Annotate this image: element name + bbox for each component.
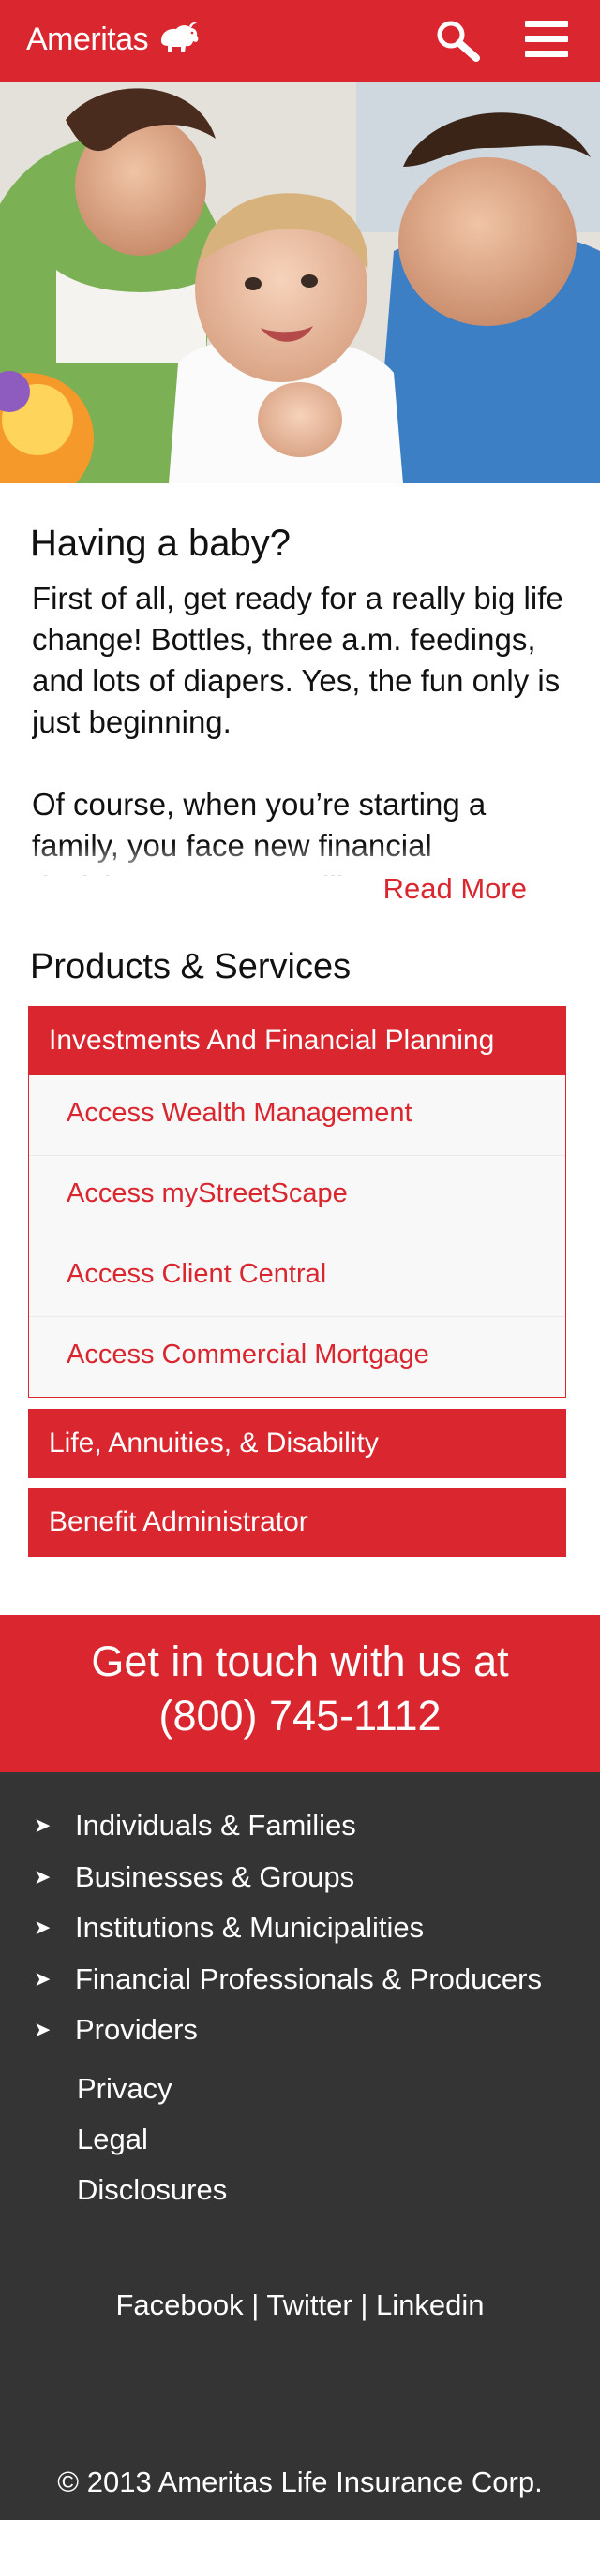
arrow-right-icon: ➤ (34, 1966, 52, 1991)
legal-link[interactable]: Legal (77, 2114, 600, 2165)
products-title: Products & Services (30, 947, 352, 986)
separator: | (360, 2287, 368, 2321)
social-links: Facebook | Twitter | Linkedin (0, 2288, 600, 2322)
search-button[interactable] (433, 17, 482, 66)
arrow-right-icon: ➤ (34, 1814, 52, 1838)
footer-nav-label: Individuals & Families (75, 1809, 356, 1843)
copyright-text: © 2013 Ameritas Life Insurance Corp. (57, 2465, 543, 2498)
intro-title: Having a baby? (30, 523, 291, 564)
footer-nav-label: Financial Professionals & Producers (75, 1962, 542, 1995)
intro-paragraph: Of course, when you’re starting a family… (32, 787, 494, 876)
search-icon (437, 21, 480, 62)
accordion-benefit-administrator[interactable]: Benefit Administrator (28, 1488, 566, 1557)
accordion-life-annuities[interactable]: Life, Annuities, & Disability (28, 1409, 566, 1478)
arrow-right-icon: ➤ (34, 2018, 52, 2042)
footer-nav: ➤ Individuals & Families ➤ Businesses & … (0, 1800, 600, 2056)
read-more-link[interactable]: Read More (30, 872, 527, 906)
bison-icon (161, 22, 199, 52)
access-commercial-mortgage-link[interactable]: Access Commercial Mortgage (29, 1317, 565, 1397)
facebook-link[interactable]: Facebook (116, 2288, 244, 2321)
hamburger-menu-icon[interactable] (525, 21, 568, 62)
intro-section: Having a baby? First of all, get ready f… (0, 523, 600, 906)
footer-nav-financial-professionals[interactable]: ➤ Financial Professionals & Producers (34, 1954, 600, 2006)
footer-nav-individuals-families[interactable]: ➤ Individuals & Families (34, 1800, 600, 1852)
access-wealth-management-link[interactable]: Access Wealth Management (29, 1075, 565, 1156)
menu-bar (525, 51, 568, 57)
site-footer: ➤ Individuals & Families ➤ Businesses & … (0, 1772, 600, 2520)
menu-bar (525, 36, 568, 42)
menu-bar (525, 21, 568, 27)
linkedin-link[interactable]: Linkedin (376, 2288, 484, 2321)
twitter-link[interactable]: Twitter (266, 2288, 352, 2321)
footer-nav-businesses-groups[interactable]: ➤ Businesses & Groups (34, 1852, 600, 1903)
family-with-baby-photo (0, 82, 600, 483)
privacy-link[interactable]: Privacy (77, 2064, 600, 2114)
accordion-investments-panel: Access Wealth Management Access myStreet… (28, 1075, 566, 1398)
access-mystreetscape-link[interactable]: Access myStreetScape (29, 1156, 565, 1236)
footer-nav-providers[interactable]: ➤ Providers (34, 2005, 600, 2056)
contact-heading: Get in touch with us at (91, 1637, 509, 1685)
footer-legal-links: Privacy Legal Disclosures (0, 2064, 600, 2215)
footer-nav-label: Businesses & Groups (75, 1859, 355, 1893)
products-section: Products & Services Investments And Fina… (0, 947, 600, 1557)
footer-nav-institutions-municipalities[interactable]: ➤ Institutions & Municipalities (34, 1902, 600, 1954)
access-client-central-link[interactable]: Access Client Central (29, 1236, 565, 1317)
contact-banner: Get in touch with us at (800) 745-1112 (0, 1615, 600, 1772)
site-header: Ameritas (0, 0, 600, 82)
footer-nav-label: Institutions & Municipalities (75, 1911, 425, 1945)
disclosures-link[interactable]: Disclosures (77, 2165, 600, 2215)
arrow-right-icon: ➤ (34, 1916, 52, 1940)
hero-image (0, 82, 600, 483)
arrow-right-icon: ➤ (34, 1864, 52, 1888)
intro-text: First of all, get ready for a really big… (32, 578, 568, 876)
ameritas-logo[interactable]: Ameritas (26, 21, 201, 58)
phone-link[interactable]: (800) 745-1112 (158, 1692, 441, 1740)
logo-text: Ameritas (26, 21, 149, 57)
accordion-investments[interactable]: Investments And Financial Planning (28, 1006, 566, 1075)
footer-nav-label: Providers (75, 2013, 198, 2047)
intro-paragraph: First of all, get ready for a really big… (32, 581, 563, 739)
separator: | (251, 2287, 260, 2321)
